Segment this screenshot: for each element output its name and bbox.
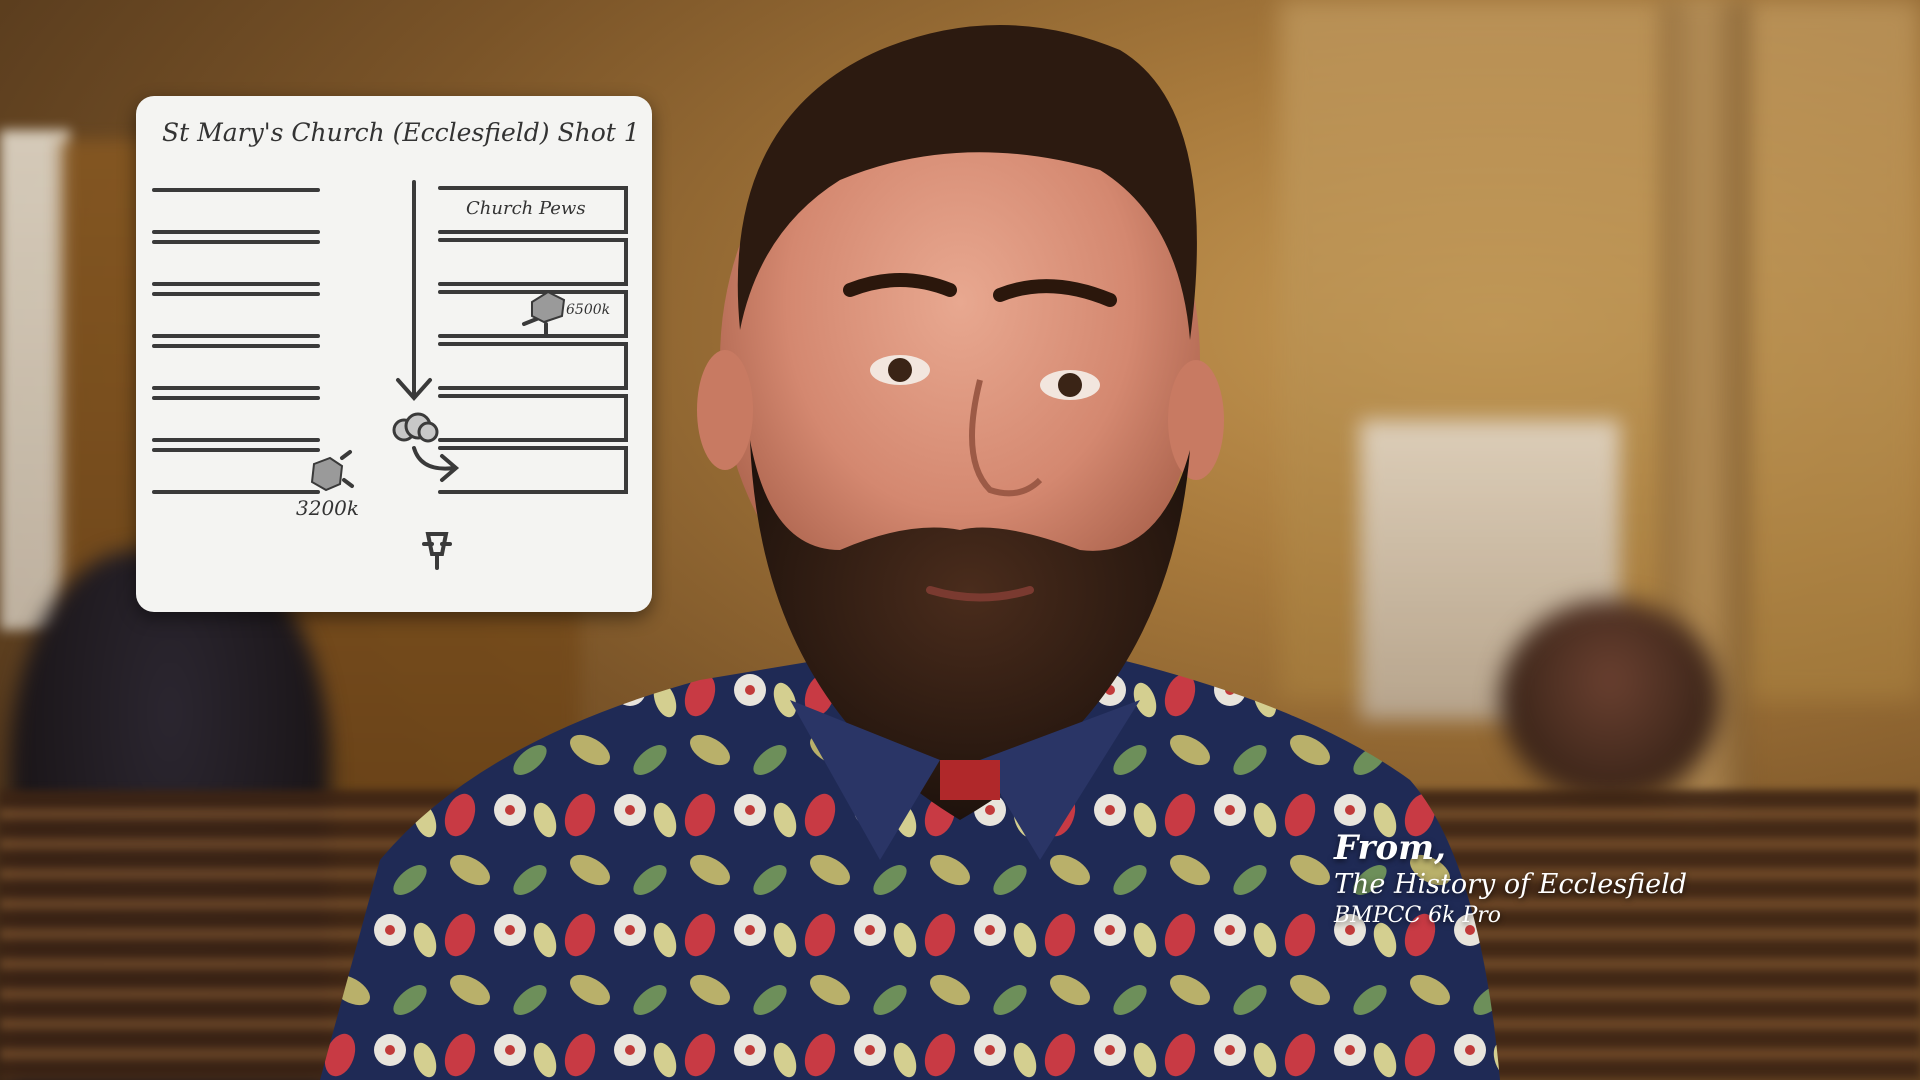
credit-from: From,: [1334, 828, 1446, 868]
light-temperature-6500k: 6500k: [566, 302, 611, 318]
church-pews-label: Church Pews: [466, 198, 586, 219]
diagram-title: St Mary's Church (Ecclesfield) Shot 1: [162, 118, 640, 147]
credit-overlay: From, The History of Ecclesfield BMPCC 6…: [1334, 828, 1687, 930]
credit-title: The History of Ecclesfield: [1334, 869, 1688, 900]
credit-camera: BMPCC 6k Pro: [1334, 903, 1502, 928]
lighting-diagram: [152, 180, 628, 570]
video-frame: St Mary's Church (Ecclesfield) Shot 1 Ch…: [0, 0, 1920, 1080]
light-temperature-3200k: 3200k: [296, 496, 360, 520]
lighting-diagram-card: St Mary's Church (Ecclesfield) Shot 1 Ch…: [136, 96, 652, 612]
